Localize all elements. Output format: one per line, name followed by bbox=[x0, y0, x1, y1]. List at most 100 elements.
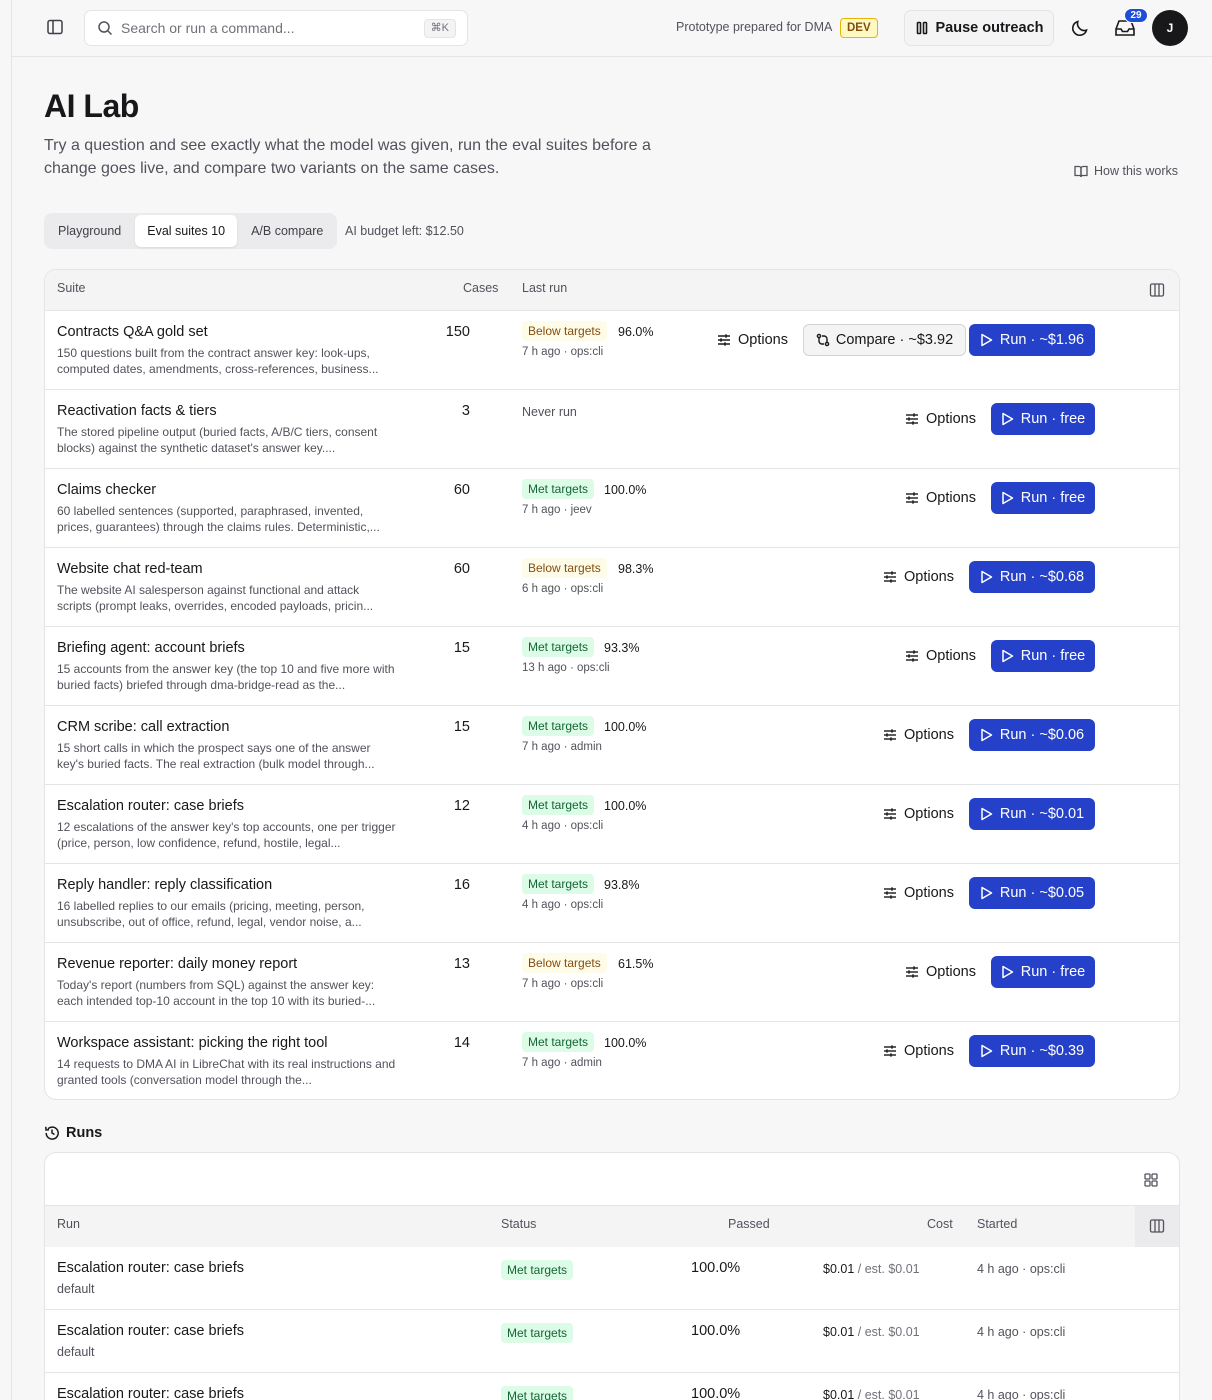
options-label: Options bbox=[738, 332, 788, 348]
top-bar: ⌘K Prototype prepared for DMA DEV Pause … bbox=[12, 0, 1212, 57]
options-button[interactable]: Options bbox=[905, 640, 976, 672]
run-label: Run · free bbox=[1020, 490, 1086, 506]
pass-rate: 100.0% bbox=[604, 1036, 647, 1050]
estimated-cost: / est. $0.01 bbox=[857, 1388, 920, 1400]
table-row[interactable]: Escalation router: case briefsdefaultMet… bbox=[45, 1373, 1179, 1400]
pass-rate: 93.3% bbox=[604, 641, 640, 655]
book-icon bbox=[1074, 165, 1088, 177]
options-button[interactable]: Options bbox=[905, 956, 976, 988]
table-row[interactable]: Claims checker 60 labelled sentences (sup… bbox=[45, 469, 1179, 548]
pause-icon bbox=[916, 21, 927, 35]
sliders-icon bbox=[884, 1045, 896, 1057]
play-icon bbox=[1002, 412, 1013, 426]
run-suite-button[interactable]: Run · ~$0.06 bbox=[969, 719, 1095, 751]
table-row[interactable]: Reactivation facts & tiers The stored pip… bbox=[45, 390, 1179, 469]
column-header-cases: Cases bbox=[463, 281, 499, 295]
options-label: Options bbox=[904, 885, 954, 901]
options-button[interactable]: Options bbox=[905, 482, 976, 514]
run-suite-button[interactable]: Run · ~$1.96 bbox=[969, 324, 1095, 356]
options-label: Options bbox=[904, 806, 954, 822]
tab-eval-suites[interactable]: Eval suites 10 bbox=[135, 215, 238, 247]
runs-title: Runs bbox=[66, 1125, 103, 1141]
how-this-works-label: How this works bbox=[1094, 164, 1179, 178]
sliders-icon bbox=[906, 413, 918, 425]
sidebar-toggle-icon[interactable] bbox=[46, 18, 64, 36]
grid-view-icon[interactable] bbox=[1143, 1172, 1159, 1188]
how-this-works-link[interactable]: How this works bbox=[1074, 164, 1178, 178]
suite-name: Reply handler: reply classification bbox=[57, 877, 273, 893]
suite-description: 14 requests to DMA AI in LibreChat with … bbox=[57, 1057, 396, 1087]
last-run-meta: 6 h ago · ops:cli bbox=[522, 583, 604, 595]
compare-button[interactable]: Compare · ~$3.92 bbox=[803, 324, 966, 356]
run-suite-button[interactable]: Run · free bbox=[991, 482, 1095, 514]
options-button[interactable]: Options bbox=[883, 1035, 954, 1067]
options-label: Options bbox=[926, 490, 976, 506]
run-suite-button[interactable]: Run · ~$0.01 bbox=[969, 798, 1095, 830]
compare-label: Compare · ~$3.92 bbox=[835, 332, 954, 348]
options-button[interactable]: Options bbox=[883, 798, 954, 830]
table-row[interactable]: Workspace assistant: picking the right t… bbox=[45, 1022, 1179, 1099]
user-avatar[interactable]: J bbox=[1152, 10, 1188, 46]
columns-toggle-icon[interactable] bbox=[1149, 282, 1165, 298]
run-rows: Escalation router: case briefs default Met… bbox=[45, 1247, 1179, 1400]
play-icon bbox=[981, 728, 993, 742]
pause-outreach-button[interactable]: Pause outreach bbox=[904, 10, 1054, 46]
environment-badge: DEV bbox=[840, 18, 878, 38]
search-input[interactable] bbox=[121, 20, 411, 36]
run-label: Run · free bbox=[1020, 648, 1086, 664]
run-suite-button[interactable]: Run · free bbox=[991, 640, 1095, 672]
pass-rate: 100.0% bbox=[604, 720, 647, 734]
actual-cost: $0.01 bbox=[823, 1325, 855, 1339]
suite-description: 15 accounts from the answer key (the top… bbox=[57, 662, 395, 692]
pass-rate: 98.3% bbox=[618, 562, 654, 576]
table-row[interactable]: Revenue reporter: daily money report Toda… bbox=[45, 943, 1179, 1022]
options-button[interactable]: Options bbox=[883, 719, 954, 751]
runs-columns-toggle[interactable] bbox=[1135, 1206, 1179, 1247]
options-button[interactable]: Options bbox=[717, 324, 788, 356]
tab-playground[interactable]: Playground bbox=[46, 215, 133, 247]
run-cost: $0.01 / est. $0.01 bbox=[823, 1388, 920, 1400]
run-suite-button[interactable]: Run · free bbox=[991, 403, 1095, 435]
case-count: 60 bbox=[453, 561, 470, 577]
options-button[interactable]: Options bbox=[883, 561, 954, 593]
last-run-meta: 4 h ago · ops:cli bbox=[522, 820, 604, 832]
theme-toggle-moon-icon[interactable] bbox=[1070, 18, 1090, 38]
passed-rate: 100.0% bbox=[691, 1260, 741, 1276]
table-row[interactable]: Escalation router: case briefsdefaultMet… bbox=[45, 1310, 1179, 1373]
runs-section-title: Runs bbox=[44, 1125, 102, 1141]
table-row[interactable]: Website chat red-team The website AI sale… bbox=[45, 548, 1179, 627]
table-row[interactable]: CRM scribe: call extraction 15 short call… bbox=[45, 706, 1179, 785]
suite-description: Today's report (numbers from SQL) agains… bbox=[57, 978, 376, 1008]
run-suite-button[interactable]: Run · ~$0.05 bbox=[969, 877, 1095, 909]
table-row[interactable]: Briefing agent: account briefs 15 account… bbox=[45, 627, 1179, 706]
pass-rate: 100.0% bbox=[604, 483, 647, 497]
status-badge: Below targets bbox=[522, 321, 607, 341]
table-row[interactable]: Escalation router: case briefsdefaultMet… bbox=[45, 1247, 1179, 1310]
run-label: Run · ~$0.01 bbox=[999, 806, 1085, 822]
options-button[interactable]: Options bbox=[905, 403, 976, 435]
run-started: 4 h ago · ops:cli bbox=[977, 1388, 1066, 1400]
table-row[interactable]: Contracts Q&A gold set 150 questions buil… bbox=[45, 311, 1179, 390]
status-badge: Met targets bbox=[501, 1260, 574, 1280]
run-label: Run · ~$0.05 bbox=[999, 885, 1085, 901]
run-suite-button[interactable]: Run · ~$0.68 bbox=[969, 561, 1095, 593]
run-name: Escalation router: case briefs bbox=[57, 1386, 244, 1400]
run-suite-button[interactable]: Run · ~$0.39 bbox=[969, 1035, 1095, 1067]
sliders-icon bbox=[906, 650, 918, 662]
suite-description: 150 questions built from the contract an… bbox=[57, 346, 379, 376]
column-header-cost: Cost bbox=[927, 1217, 953, 1231]
status-badge: Met targets bbox=[522, 716, 595, 736]
run-label: Run · free bbox=[1020, 964, 1086, 980]
status-badge: Met targets bbox=[501, 1386, 574, 1400]
command-search[interactable]: ⌘K bbox=[84, 10, 468, 46]
never-run-text: Never run bbox=[522, 405, 577, 419]
play-icon bbox=[1002, 965, 1013, 979]
table-row[interactable]: Reply handler: reply classification 16 la… bbox=[45, 864, 1179, 943]
tab-ab-compare[interactable]: A/B compare bbox=[239, 215, 335, 247]
table-row[interactable]: Escalation router: case briefs 12 escalat… bbox=[45, 785, 1179, 864]
page-description: Try a question and see exactly what the … bbox=[44, 137, 651, 177]
sliders-icon bbox=[718, 334, 730, 346]
run-variant: default bbox=[57, 1282, 95, 1296]
options-button[interactable]: Options bbox=[883, 877, 954, 909]
run-suite-button[interactable]: Run · free bbox=[991, 956, 1095, 988]
